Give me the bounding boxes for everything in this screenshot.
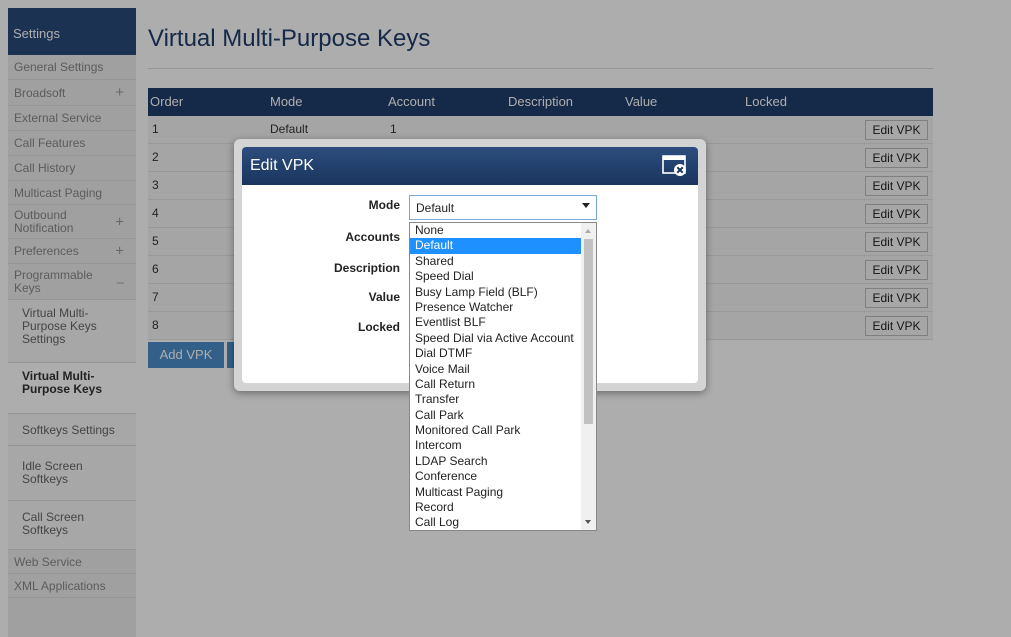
mode-option-call-park[interactable]: Call Park [410, 408, 582, 423]
mode-option-eventlist-blf[interactable]: Eventlist BLF [410, 315, 582, 330]
page: Settings General Settings Broadsoft Exte… [0, 0, 1011, 637]
mode-option-blf[interactable]: Busy Lamp Field (BLF) [410, 285, 582, 300]
chevron-down-icon [582, 203, 590, 208]
scroll-up-icon[interactable] [585, 229, 591, 233]
mode-select[interactable]: Default [409, 195, 597, 220]
mode-option-call-return[interactable]: Call Return [410, 377, 582, 392]
mode-option-voice-mail[interactable]: Voice Mail [410, 362, 582, 377]
mode-option-ldap-search[interactable]: LDAP Search [410, 454, 582, 469]
close-icon[interactable] [662, 155, 688, 177]
scroll-thumb[interactable] [584, 239, 593, 424]
mode-select-value: Default [416, 201, 455, 215]
mode-option-none[interactable]: None [410, 223, 582, 238]
mode-option-call-log[interactable]: Call Log [410, 515, 582, 530]
mode-option-shared[interactable]: Shared [410, 254, 582, 269]
mode-label: Mode [368, 198, 400, 212]
mode-option-dial-dtmf[interactable]: Dial DTMF [410, 346, 582, 361]
mode-option-default[interactable]: Default [410, 238, 582, 254]
mode-option-conference[interactable]: Conference [410, 469, 582, 484]
dialog-title: Edit VPK [250, 157, 315, 174]
mode-option-record[interactable]: Record [410, 500, 582, 515]
scroll-down-icon[interactable] [585, 520, 591, 524]
mode-option-speed-dial-active[interactable]: Speed Dial via Active Account [410, 331, 582, 346]
mode-option-speed-dial[interactable]: Speed Dial [410, 269, 582, 284]
mode-dropdown-list[interactable]: None Default Shared Speed Dial Busy Lamp… [409, 222, 597, 531]
mode-option-transfer[interactable]: Transfer [410, 392, 582, 407]
option-list: None Default Shared Speed Dial Busy Lamp… [410, 223, 582, 530]
mode-option-presence-watcher[interactable]: Presence Watcher [410, 300, 582, 315]
mode-option-monitored-call-park[interactable]: Monitored Call Park [410, 423, 582, 438]
dropdown-scrollbar[interactable] [581, 223, 596, 530]
description-label: Description [333, 261, 400, 275]
accounts-label: Accounts [345, 230, 400, 244]
mode-option-multicast-paging[interactable]: Multicast Paging [410, 485, 582, 500]
locked-label: Locked [357, 320, 400, 334]
value-label: Value [368, 290, 400, 304]
mode-option-intercom[interactable]: Intercom [410, 438, 582, 453]
dialog-header: Edit VPK [242, 147, 698, 185]
